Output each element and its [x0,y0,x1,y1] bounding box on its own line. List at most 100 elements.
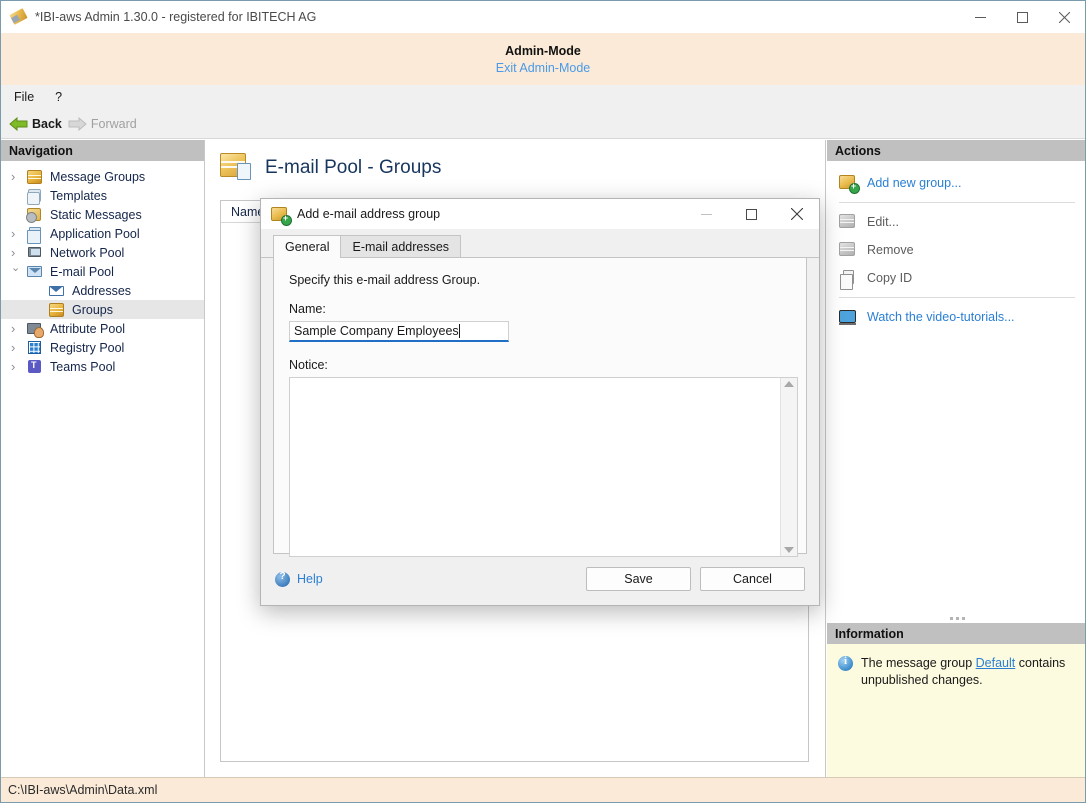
action-add-new-group[interactable]: + Add new group... [827,169,1086,197]
panel-splitter-grip[interactable] [827,613,1086,623]
chevron-right-icon[interactable] [11,227,26,241]
add-group-icon: + [270,206,289,223]
templates-icon [26,188,44,204]
notice-scrollbar[interactable] [780,378,797,556]
envelope-icon [48,283,66,299]
sidebar-item-registry-pool[interactable]: Registry Pool [1,338,204,357]
sidebar-item-label: Application Pool [50,227,140,241]
notice-label: Notice: [289,358,791,372]
chevron-right-icon[interactable] [11,360,26,374]
minimize-icon[interactable] [959,1,1001,33]
sidebar-item-e-mail-pool[interactable]: E-mail Pool [1,262,204,281]
tv-icon [838,308,858,326]
sidebar-item-message-groups[interactable]: Message Groups [1,167,204,186]
sidebar-item-templates[interactable]: Templates [1,186,204,205]
action-edit[interactable]: Edit... [827,208,1086,236]
sidebar-item-addresses[interactable]: Addresses [1,281,204,300]
maximize-icon[interactable] [729,199,774,229]
dialog-footer: Help Save Cancel [261,553,819,605]
tab-email-addresses[interactable]: E-mail addresses [340,235,461,257]
dialog-title-bar: + Add e-mail address group [261,199,819,229]
navigation-toolbar: Back Forward [1,109,1085,139]
minimize-icon[interactable] [684,199,729,229]
sidebar-item-static-messages[interactable]: Static Messages [1,205,204,224]
name-label: Name: [289,302,791,316]
arrow-right-icon [68,117,87,131]
static-message-icon [26,207,44,223]
menu-bar: File ? [1,85,1085,109]
chevron-right-icon[interactable] [11,246,26,260]
add-email-address-group-dialog: + Add e-mail address group General E-mai… [260,198,820,606]
action-copy-id[interactable]: Copy ID [827,264,1086,292]
info-text-before: The message group [861,656,976,670]
action-label: Add new group... [867,176,962,190]
application-window: *IBI-aws Admin 1.30.0 - registered for I… [0,0,1086,803]
information-panel: Information The message group Default co… [827,623,1086,777]
back-button[interactable]: Back [9,117,62,131]
help-link[interactable]: Help [275,572,323,587]
chevron-right-icon[interactable] [11,322,26,336]
edit-icon [838,213,858,231]
sidebar-item-label: Network Pool [50,246,124,260]
cube-icon [48,302,66,318]
admin-mode-banner: Admin-Mode Exit Admin-Mode [1,33,1085,85]
notice-textarea[interactable] [290,378,780,556]
copy-icon [838,269,858,287]
scroll-up-icon[interactable] [784,381,794,387]
sidebar-item-label: E-mail Pool [50,265,114,279]
help-label: Help [297,572,323,586]
cancel-button[interactable]: Cancel [700,567,805,591]
action-label: Edit... [867,215,899,229]
attribute-icon [26,321,44,337]
remove-icon [838,241,858,259]
forward-button: Forward [68,117,137,131]
menu-item-file[interactable]: File [14,90,34,104]
tab-general[interactable]: General [273,235,341,258]
dialog-title: Add e-mail address group [297,207,440,221]
sidebar-item-network-pool[interactable]: Network Pool [1,243,204,262]
close-icon[interactable] [1043,1,1085,33]
dialog-buttons: Save Cancel [586,567,805,591]
sidebar-item-attribute-pool[interactable]: Attribute Pool [1,319,204,338]
menu-item-help[interactable]: ? [55,90,62,104]
arrow-left-icon [9,117,28,131]
page-title: E-mail Pool - Groups [265,157,441,179]
navigation-panel: Navigation Message GroupsTemplates Static… [1,140,205,777]
information-body: The message group Default contains unpub… [827,644,1086,689]
info-icon [838,656,853,671]
chevron-right-icon[interactable] [11,341,26,355]
navigation-tree: Message GroupsTemplates Static Messages Ap… [1,161,204,376]
title-bar: *IBI-aws Admin 1.30.0 - registered for I… [1,1,1085,33]
actions-header: Actions [827,140,1086,161]
actions-panel: Actions + Add new group... Edit... Remov… [827,140,1086,623]
information-header: Information [827,623,1086,644]
navigation-header: Navigation [1,140,204,161]
teams-icon [26,359,44,375]
back-label: Back [32,117,62,131]
action-label: Copy ID [867,271,912,285]
mail-pool-icon [26,264,44,280]
chevron-right-icon[interactable] [11,170,26,184]
add-group-icon: + [838,174,858,192]
sidebar-item-label: Registry Pool [50,341,124,355]
window-controls [959,1,1085,33]
sidebar-item-groups[interactable]: Groups [1,300,204,319]
sidebar-item-application-pool[interactable]: Application Pool [1,224,204,243]
chevron-down-icon[interactable] [11,266,26,277]
notice-field-wrapper [289,377,798,557]
close-icon[interactable] [774,199,819,229]
sidebar-item-teams-pool[interactable]: Teams Pool [1,357,204,376]
sidebar-item-label: Static Messages [50,208,142,222]
registry-icon [26,340,44,356]
action-watch-video-tutorials[interactable]: Watch the video-tutorials... [827,303,1086,331]
maximize-icon[interactable] [1001,1,1043,33]
text-caret [459,324,460,338]
action-label: Watch the video-tutorials... [867,310,1015,324]
name-input[interactable]: Sample Company Employees [289,321,509,342]
exit-admin-mode-link[interactable]: Exit Admin-Mode [496,61,590,75]
info-default-link[interactable]: Default [976,656,1016,670]
network-icon [26,245,44,261]
sidebar-item-label: Attribute Pool [50,322,125,336]
action-remove[interactable]: Remove [827,236,1086,264]
save-button[interactable]: Save [586,567,691,591]
